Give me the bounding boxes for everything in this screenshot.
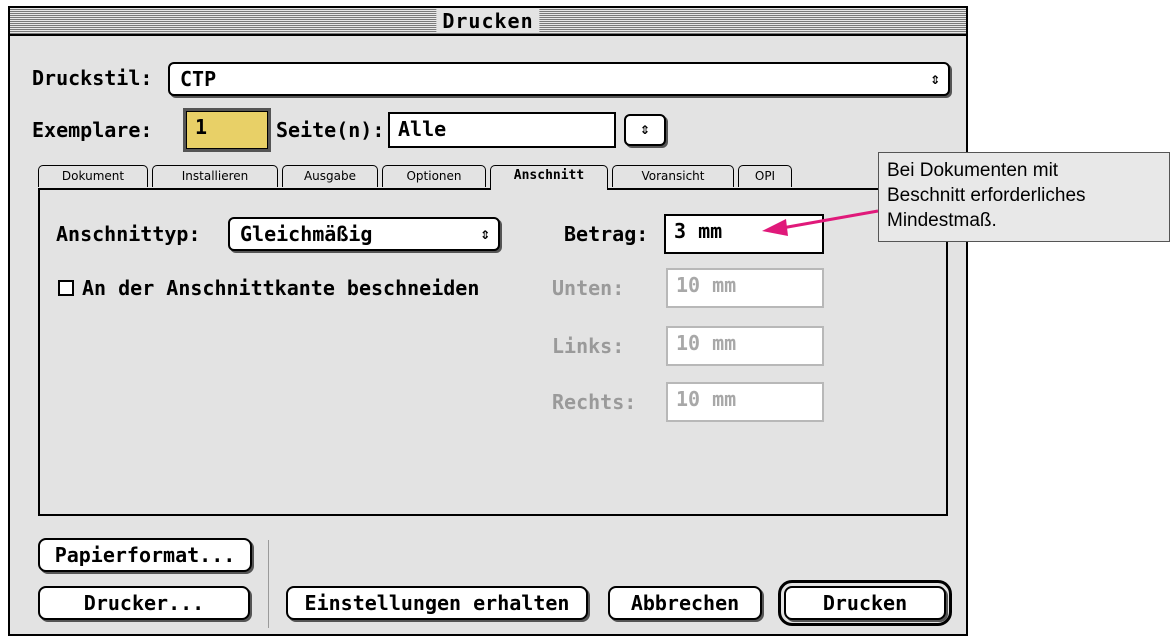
callout-arrow	[762, 209, 879, 236]
callout-arrow-line	[781, 209, 879, 230]
callout-arrow-head	[762, 219, 788, 236]
